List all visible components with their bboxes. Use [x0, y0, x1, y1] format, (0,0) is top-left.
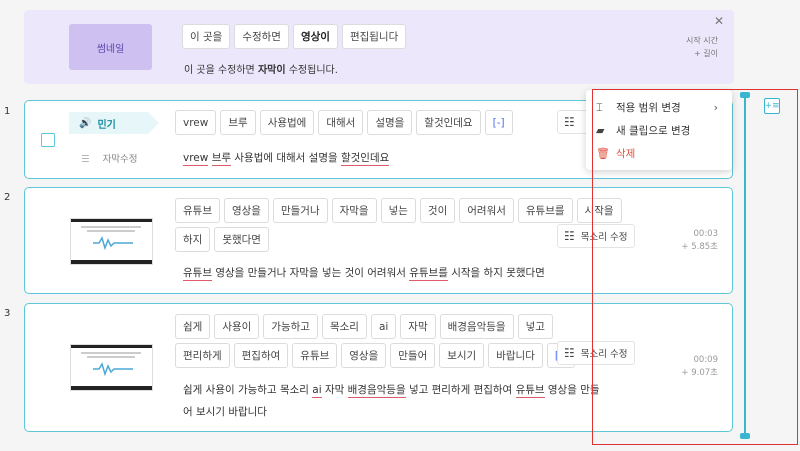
- range-icon: ⌶: [596, 100, 603, 114]
- word-chip[interactable]: 유튜브: [292, 343, 338, 368]
- word-chip[interactable]: 것이: [419, 198, 456, 223]
- range-handle-start[interactable]: [740, 92, 750, 98]
- silence-chip[interactable]: [-]: [484, 110, 513, 135]
- subtitle-edit-tab[interactable]: ☰ 자막수정: [81, 151, 138, 165]
- subtitle-text[interactable]: 쉽게 사용이 가능하고 목소리 ai 자막 배경음악등을 넣고 편리하게 편집하…: [183, 379, 600, 423]
- menu-item-new-clip[interactable]: ▰ 새 클립으로 변경: [586, 119, 732, 142]
- word-chip[interactable]: 편집됩니다: [341, 24, 407, 49]
- row-number: 2: [4, 192, 11, 203]
- waveform-logo: [93, 362, 133, 376]
- word-chip[interactable]: 어려워서: [459, 198, 514, 223]
- word-chip[interactable]: 자막: [400, 314, 436, 339]
- word-chip[interactable]: 수정하면: [234, 24, 289, 49]
- word-chip[interactable]: 브루: [220, 110, 256, 135]
- menu-item-change-range[interactable]: ⌶ 적용 범위 변경 ›: [586, 96, 732, 119]
- word-chip[interactable]: 못했다면: [214, 227, 269, 252]
- word-chip[interactable]: 가능하고: [263, 314, 318, 339]
- timeline-range-bar[interactable]: [740, 92, 750, 439]
- row-number: 1: [4, 106, 11, 117]
- guide-thumbnail: 썸네일: [69, 24, 152, 70]
- word-chip[interactable]: 넣는: [380, 198, 416, 223]
- clip-thumbnail: [70, 344, 153, 391]
- word-chip[interactable]: 편집하여: [233, 343, 289, 368]
- word-chip[interactable]: 유튜브를: [517, 198, 573, 223]
- clip-checkbox[interactable]: [41, 133, 55, 147]
- word-chip[interactable]: 배경음악등을: [439, 314, 514, 339]
- word-chip[interactable]: 이 곳을: [182, 24, 231, 49]
- sliders-icon: ☷: [564, 229, 575, 243]
- word-chip[interactable]: 유튜브: [175, 198, 220, 223]
- word-chip[interactable]: 쉽게: [175, 314, 211, 339]
- sliders-icon: ☷: [564, 346, 575, 360]
- word-chip[interactable]: 사용이: [214, 314, 260, 339]
- guide-word-chips: 이 곳을 수정하면 영상이 편집됩니다: [182, 24, 407, 49]
- guide-meta: 시작 시간 + 길이: [686, 36, 718, 58]
- word-chip[interactable]: 목소리: [321, 314, 367, 339]
- sliders-icon: ☷: [564, 115, 575, 129]
- clip-thumbnail: [70, 218, 153, 265]
- close-icon[interactable]: ✕: [714, 14, 724, 28]
- new-clip-icon: ▰: [596, 124, 605, 137]
- word-chip[interactable]: 사용법에: [259, 110, 315, 135]
- word-chip[interactable]: 영상이: [292, 24, 338, 49]
- word-chip[interactable]: 영상을: [223, 198, 269, 223]
- clip-context-menu: ⌶ 적용 범위 변경 › ▰ 새 클립으로 변경 🗑 삭제: [586, 90, 732, 170]
- word-chip[interactable]: 할것인데요: [416, 110, 481, 135]
- word-chip[interactable]: vrew: [175, 110, 217, 135]
- subtitle-text[interactable]: vrew 브루 사용법에 대해서 설명을 할것인데요: [183, 147, 390, 169]
- range-handle-end[interactable]: [740, 433, 750, 439]
- word-chip[interactable]: 보시기: [439, 343, 485, 368]
- guide-panel: 썸네일 이 곳을 수정하면 영상이 편집됩니다 이 곳을 수정하면 자막이 수정…: [24, 10, 734, 84]
- word-chip[interactable]: 대해서: [318, 110, 364, 135]
- trash-icon: 🗑: [596, 147, 610, 160]
- clip-time-info: 00:03 + 5.85초: [681, 229, 718, 252]
- word-chip[interactable]: 시작을: [576, 198, 622, 223]
- clip-row[interactable]: 쉽게 사용이 가능하고 목소리 ai 자막 배경음악등을 넣고 편리하게 편집하…: [24, 303, 733, 432]
- clip-row[interactable]: 유튜브 영상을 만들거나 자막을 넣는 것이 어려워서 유튜브를 시작을 하지 …: [24, 187, 733, 294]
- word-chip[interactable]: 영상을: [341, 343, 387, 368]
- word-chip[interactable]: 넣고: [517, 314, 553, 339]
- waveform-logo: [93, 236, 133, 250]
- row-number: 3: [4, 308, 11, 319]
- word-chip[interactable]: 자막을: [331, 198, 377, 223]
- word-chips: vrew 브루 사용법에 대해서 설명을 할것인데요 [-]: [175, 110, 575, 135]
- word-chip[interactable]: 만들거나: [272, 198, 328, 223]
- word-chip[interactable]: 편리하게: [175, 343, 230, 368]
- lines-icon: ☰: [81, 154, 90, 165]
- add-clip-icon[interactable]: +≡: [764, 98, 780, 114]
- guide-sentence: 이 곳을 수정하면 자막이 수정됩니다.: [184, 65, 338, 76]
- word-chip[interactable]: 만들어: [390, 343, 436, 368]
- word-chip[interactable]: 하지: [175, 227, 211, 252]
- speaker-tag[interactable]: 🔊 민기: [69, 112, 159, 134]
- word-chip[interactable]: 설명을: [367, 110, 413, 135]
- word-chip[interactable]: 바랍니다: [488, 343, 543, 368]
- word-chips: 쉽게 사용이 가능하고 목소리 ai 자막 배경음악등을 넣고 편리하게 편집하…: [175, 314, 595, 368]
- voice-edit-button[interactable]: ☷ 목소리 수정: [557, 224, 635, 248]
- speaker-icon: 🔊: [79, 117, 92, 129]
- subtitle-text[interactable]: 유튜브 영상을 만들거나 자막을 넣는 것이 어려워서 유튜브를 시작을 하지 …: [183, 262, 545, 284]
- menu-item-delete[interactable]: 🗑 삭제: [586, 142, 732, 165]
- chevron-right-icon: ›: [713, 101, 718, 114]
- voice-edit-button[interactable]: ☷ 목소리 수정: [557, 341, 635, 365]
- clip-time-info: 00:09 + 9.07초: [681, 355, 718, 378]
- word-chip[interactable]: ai: [370, 314, 397, 339]
